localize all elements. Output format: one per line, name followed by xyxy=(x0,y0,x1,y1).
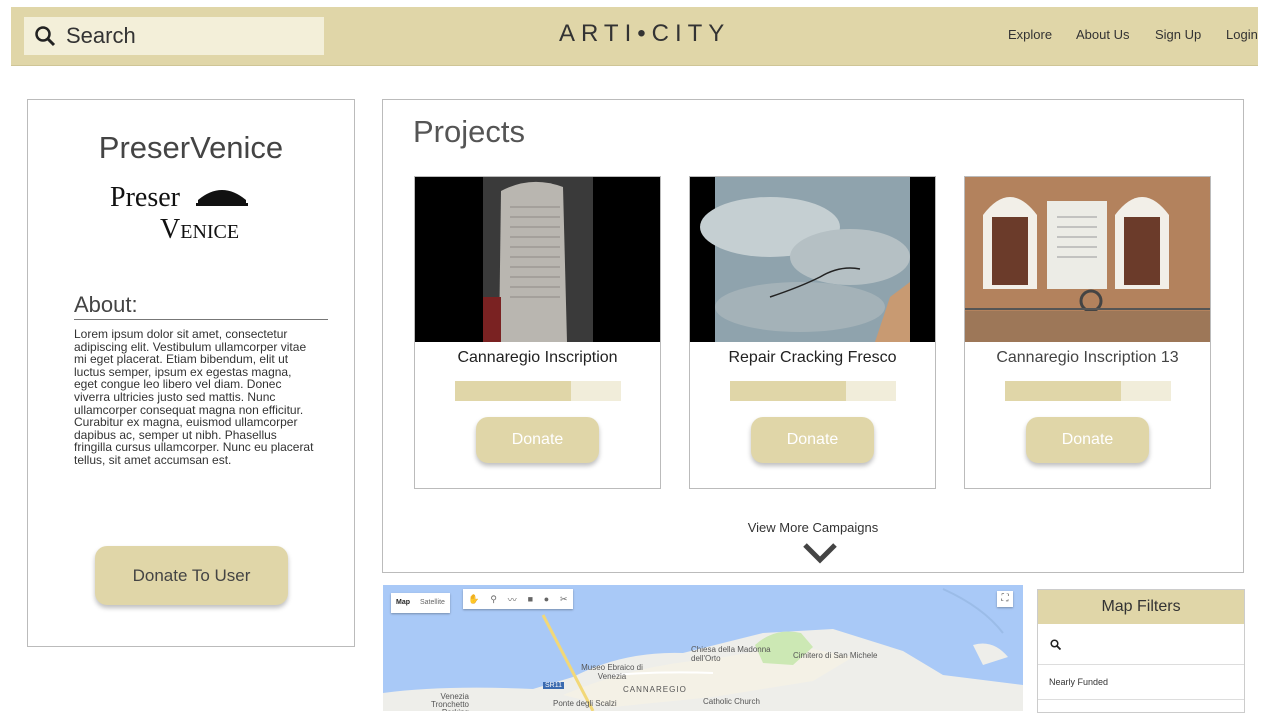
about-heading: About: xyxy=(74,292,328,320)
map-tab-satellite[interactable]: Satellite xyxy=(415,593,450,613)
progress-fill xyxy=(455,381,572,401)
filter-item-nearly-funded[interactable]: Nearly Funded xyxy=(1038,665,1244,700)
search-input[interactable]: Search xyxy=(24,17,324,55)
top-nav-bar: Search ARTI•CITY Explore About Us Sign U… xyxy=(11,7,1258,66)
map-label: SR11 xyxy=(543,682,564,689)
user-profile-panel: PreserVenice Preser Venice About: Lorem … xyxy=(27,99,355,647)
map-filters-heading: Map Filters xyxy=(1038,590,1244,624)
projects-panel: Projects Cannaregio Inscription Donate R… xyxy=(382,99,1244,573)
project-image-building[interactable] xyxy=(965,177,1210,342)
funding-progress-bar xyxy=(1005,381,1171,401)
chevron-down-icon[interactable] xyxy=(802,542,838,564)
line-icon[interactable]: 〰 xyxy=(508,593,517,606)
progress-fill xyxy=(1005,381,1122,401)
nav-about-us[interactable]: About Us xyxy=(1076,27,1129,42)
nav-explore[interactable]: Explore xyxy=(1008,27,1052,42)
map-type-toggle[interactable]: Map Satellite xyxy=(391,593,450,613)
search-icon xyxy=(35,26,56,47)
brand-logo[interactable]: ARTI•CITY xyxy=(559,20,730,48)
map-filters-panel: Map Filters Nearly Funded xyxy=(1037,589,1245,713)
nav-login[interactable]: Login xyxy=(1226,27,1258,42)
project-title: Cannaregio Inscription 13 xyxy=(996,349,1179,366)
project-title: Cannaregio Inscription xyxy=(457,349,618,366)
map-label: Chiesa della Madonna dell'Orto xyxy=(691,645,771,663)
project-title: Repair Cracking Fresco xyxy=(728,349,897,366)
projects-heading: Projects xyxy=(413,114,525,149)
donate-to-user-button[interactable]: Donate To User xyxy=(95,546,288,605)
circle-icon[interactable]: ● xyxy=(544,594,549,604)
funding-progress-bar xyxy=(730,381,896,401)
svg-text:Venice: Venice xyxy=(160,214,239,245)
bridge-icon xyxy=(196,190,248,206)
user-name: PreserVenice xyxy=(98,130,284,165)
funding-progress-bar xyxy=(455,381,621,401)
pin-icon[interactable]: ⚲ xyxy=(490,594,497,605)
fullscreen-icon[interactable]: ⛶ xyxy=(997,591,1013,607)
filter-search-input[interactable] xyxy=(1038,624,1244,665)
about-text: Lorem ipsum dolor sit amet, consectetur … xyxy=(74,327,314,467)
project-image-inscription[interactable] xyxy=(415,177,660,342)
donate-button[interactable]: Donate xyxy=(751,417,874,463)
search-placeholder: Search xyxy=(66,23,136,48)
map-drawing-tools[interactable]: ✋ ⚲ 〰 ■ ● ✂ xyxy=(463,589,573,609)
map-view[interactable]: Map Satellite ✋ ⚲ 〰 ■ ● ✂ ⛶ Chiesa della… xyxy=(383,585,1023,711)
search-icon xyxy=(1050,638,1061,650)
project-card[interactable]: Cannaregio Inscription Donate xyxy=(414,176,661,489)
map-label: Ponte degli Scalzi xyxy=(553,699,617,708)
project-image-fresco[interactable] xyxy=(690,177,935,342)
map-label: Cimitero di San Michele xyxy=(793,651,878,660)
map-label: CANNAREGIO xyxy=(623,685,687,694)
hand-icon[interactable]: ✋ xyxy=(468,594,479,605)
map-label: Museo Ebraico di Venezia xyxy=(581,663,643,681)
map-label: Catholic Church xyxy=(703,697,760,706)
donate-button[interactable]: Donate xyxy=(476,417,599,463)
view-more-campaigns-link[interactable]: View More Campaigns xyxy=(383,520,1243,535)
project-card[interactable]: Repair Cracking Fresco Donate xyxy=(689,176,936,489)
map-label: Venezia Tronchetto Parking xyxy=(431,692,469,712)
progress-fill xyxy=(730,381,847,401)
donate-button[interactable]: Donate xyxy=(1026,417,1149,463)
svg-text:Preser: Preser xyxy=(110,182,181,213)
rectangle-icon[interactable]: ■ xyxy=(528,594,533,604)
map-tab-map[interactable]: Map xyxy=(391,593,415,613)
project-card[interactable]: Cannaregio Inscription 13 Donate xyxy=(964,176,1211,489)
nav-sign-up[interactable]: Sign Up xyxy=(1155,27,1201,42)
preservenice-logo: Preser Venice xyxy=(110,182,248,245)
polygon-icon[interactable]: ✂ xyxy=(560,594,568,605)
